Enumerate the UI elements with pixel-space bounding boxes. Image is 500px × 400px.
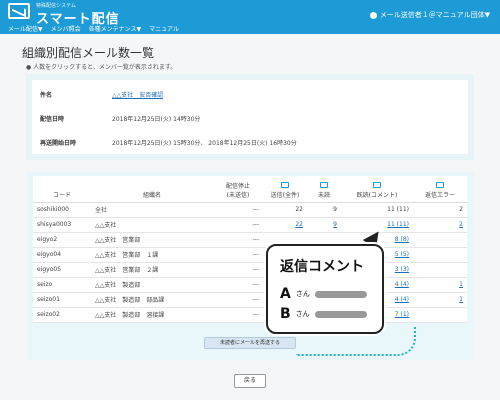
col-code: コード — [33, 176, 91, 203]
subject-label: 件名 — [40, 92, 53, 99]
user-name: メール送信者１＠マニュアル団体▼ — [379, 11, 490, 19]
cell-name: 全社 — [91, 202, 213, 218]
col-org-name: 組織名 — [91, 176, 213, 203]
cell-stop: --- — [213, 277, 263, 293]
cell-code: soshiki000 — [33, 202, 91, 218]
page-note: ● 人数をクリックすると、メンバー覧が表示されます。 — [26, 64, 177, 71]
cell-stop: --- — [213, 307, 263, 323]
col-unread: 未読 — [307, 176, 341, 203]
cell-name: △△支社 — [91, 217, 213, 233]
date-label: 配信日時 — [40, 116, 65, 123]
cell-stop: --- — [213, 262, 263, 278]
comment-placeholder-bar — [314, 290, 367, 298]
table-row: seizo01 △△支社 製造部 部品課 --- 4 (4) 1 — [33, 292, 467, 308]
cell-unread: 9 — [307, 202, 341, 218]
nav-maintenance[interactable]: 各種メンテナンス▼ — [89, 24, 142, 33]
subject-link[interactable]: △△支社 安否確認 — [112, 90, 163, 99]
mail-read-icon — [373, 181, 381, 188]
cell-sent: 22 — [263, 202, 307, 218]
cell-code: seizo01 — [33, 292, 91, 308]
cell-error: 2 — [413, 202, 467, 218]
callout-letter-b: B — [280, 306, 291, 322]
col-stopped: 配信停止 (未送信) — [213, 176, 263, 203]
cell-unread-link[interactable]: 9 — [307, 217, 341, 233]
back-button[interactable]: 戻る — [234, 374, 266, 388]
reply-comment-callout: 返信コメント A さん B さん — [266, 244, 384, 334]
cell-error-link[interactable] — [413, 262, 467, 278]
cell-sent-link[interactable]: 22 — [263, 217, 307, 233]
resend-label: 再送開始日時 — [40, 140, 77, 147]
nav-mail-delivery[interactable]: メール配信▼ — [8, 24, 43, 33]
mail-logo-icon — [8, 3, 30, 19]
cell-code: eigyo05 — [33, 262, 91, 278]
cell-name: △△支社 製造部 — [91, 277, 213, 293]
user-menu[interactable]: メール送信者１＠マニュアル団体▼ — [369, 10, 490, 20]
cell-stop: --- — [213, 232, 263, 248]
cell-read: 11 (11) — [341, 202, 413, 218]
resend-to-unread-button[interactable]: 未読者にメールを再送する — [204, 337, 296, 349]
callout-san-a: さん — [295, 290, 310, 298]
cell-name: △△支社 営業部 １課 — [91, 247, 213, 263]
info-date-row: 配信日時 2018年12月25日(火) 14時30分 — [40, 114, 200, 123]
cell-name: △△支社 製造部 部品課 — [91, 292, 213, 308]
table-header-row: コード 組織名 配信停止 (未送信) 送信(全件) 未読 既読(コメント) 返信… — [33, 176, 467, 203]
cell-code: eigyo2 — [33, 232, 91, 248]
col-sent: 送信(全件) — [263, 176, 307, 203]
cell-name: △△支社 営業部 — [91, 232, 213, 248]
callout-letter-a: A — [280, 286, 291, 302]
table-row: eigyo2 △△支社 営業部 --- 8 (8) — [33, 232, 467, 248]
cell-error-link[interactable] — [413, 232, 467, 248]
col-read: 既読(コメント) — [341, 176, 413, 203]
cell-name: △△支社 営業部 ２課 — [91, 262, 213, 278]
main-nav: メール配信▼ メンバ照会 各種メンテナンス▼ マニュアル — [8, 24, 179, 33]
comment-placeholder-bar — [314, 310, 367, 318]
cell-stop: --- — [213, 217, 263, 233]
date-value: 2018年12月25日(火) 14時30分 — [112, 116, 201, 123]
resend-value: 2018年12月25日(火) 15時30分、 2018年12月25日(火) 16… — [112, 140, 297, 147]
cell-stop: --- — [213, 247, 263, 263]
mail-unread-icon — [320, 181, 328, 188]
nav-member-lookup[interactable]: メンバ照会 — [51, 24, 81, 33]
table-row: soshiki000 全社 --- 22 9 11 (11) 2 — [33, 202, 467, 218]
table-row: eigyo04 △△支社 営業部 １課 --- 5 (5) — [33, 247, 467, 263]
cell-error-link[interactable]: 2 — [413, 217, 467, 233]
col-error: 返信エラー — [413, 176, 467, 203]
delivery-info-panel: 件名 △△支社 安否確認 配信日時 2018年12月25日(火) 14時30分 … — [26, 74, 474, 160]
mail-error-icon — [436, 181, 444, 188]
callout-title: 返信コメント — [280, 259, 364, 275]
cell-name: △△支社 製造部 溶接課 — [91, 307, 213, 323]
user-icon — [369, 11, 377, 19]
info-subject-row: 件名 △△支社 安否確認 — [40, 90, 163, 99]
cell-stop: --- — [213, 292, 263, 308]
cell-stop: --- — [213, 202, 263, 218]
table-row: seizo02 △△支社 製造部 溶接課 --- 7 (1) — [33, 307, 467, 323]
cell-code: shisya0003 — [33, 217, 91, 233]
cell-code: seizo02 — [33, 307, 91, 323]
callout-row-a: A さん — [280, 286, 367, 302]
cell-error-link[interactable]: 1 — [413, 292, 467, 308]
cell-error-link[interactable]: 1 — [413, 277, 467, 293]
cell-code: seizo — [33, 277, 91, 293]
table-row: seizo △△支社 製造部 --- 4 (4) 1 — [33, 277, 467, 293]
cell-error-link[interactable] — [413, 247, 467, 263]
mail-send-icon — [281, 181, 289, 188]
table-row: shisya0003 △△支社 --- 22 9 11 (11) 2 — [33, 217, 467, 233]
page-title: 組織別配信メール数一覧 — [22, 46, 155, 60]
info-resend-row: 再送開始日時 2018年12月25日(火) 15時30分、 2018年12月25… — [40, 138, 297, 147]
org-mail-table: コード 組織名 配信停止 (未送信) 送信(全件) 未読 既読(コメント) 返信… — [33, 176, 467, 323]
cell-code: eigyo04 — [33, 247, 91, 263]
callout-san-b: さん — [295, 310, 310, 318]
table-row: eigyo05 △△支社 営業部 ２課 --- 3 (3) — [33, 262, 467, 278]
app-header: 特殊配信システム スマート配信 メール配信▼ メンバ照会 各種メンテナンス▼ マ… — [0, 0, 500, 34]
nav-manual[interactable]: マニュアル — [149, 24, 179, 33]
cell-error-link[interactable] — [413, 307, 467, 323]
callout-row-b: B さん — [280, 306, 367, 322]
